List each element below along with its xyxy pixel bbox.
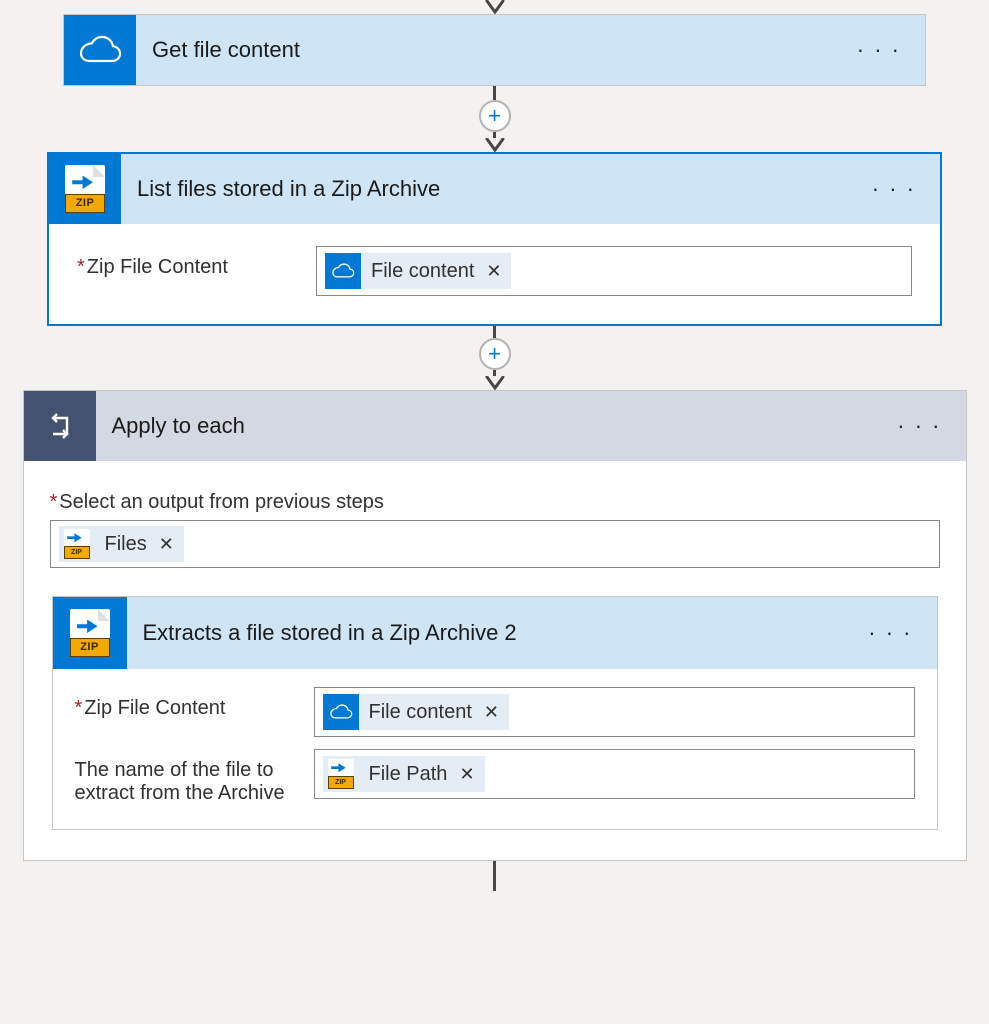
loop-icon (24, 391, 96, 461)
zip-archive-icon: ZIP (49, 154, 121, 224)
onedrive-cloud-icon (64, 15, 136, 85)
step-title: Extracts a file stored in a Zip Archive … (127, 620, 863, 646)
connector (493, 861, 496, 891)
param-label-select-output: *Select an output from previous steps (50, 491, 940, 514)
step-list-zip-files[interactable]: ZIP List files stored in a Zip Archive ·… (47, 152, 942, 326)
param-label-file-name: The name of the file to extract from the… (75, 749, 300, 805)
zip-archive-icon: ZIP (53, 597, 127, 669)
step-extract-zip-file[interactable]: ZIP Extracts a file stored in a Zip Arch… (52, 596, 938, 830)
token-remove-button[interactable]: ✕ (484, 702, 499, 723)
add-step-button[interactable]: + (479, 338, 511, 370)
token-files[interactable]: ZIP Files ✕ (59, 526, 184, 562)
token-remove-button[interactable]: ✕ (459, 764, 474, 785)
zip-mini-icon: ZIP (59, 526, 95, 562)
param-input-zip-content[interactable]: File content ✕ (314, 687, 915, 737)
param-input-zip-content[interactable]: File content ✕ (316, 246, 912, 296)
token-remove-button[interactable]: ✕ (159, 534, 174, 555)
token-remove-button[interactable]: ✕ (486, 261, 501, 282)
onedrive-mini-icon (323, 694, 359, 730)
step-get-file-content[interactable]: Get file content · · · (63, 14, 926, 86)
step-apply-to-each[interactable]: Apply to each · · · *Select an output fr… (23, 390, 967, 861)
step-menu-button[interactable]: · · · (851, 31, 907, 69)
token-file-content[interactable]: File content ✕ (323, 694, 509, 730)
token-file-content[interactable]: File content ✕ (325, 253, 511, 289)
step-menu-button[interactable]: · · · (891, 407, 947, 445)
token-file-path[interactable]: ZIP File Path ✕ (323, 756, 485, 792)
token-label: File content (371, 260, 474, 283)
step-title: List files stored in a Zip Archive (121, 176, 866, 202)
connector: + (479, 86, 511, 152)
add-step-button[interactable]: + (479, 100, 511, 132)
step-menu-button[interactable]: · · · (862, 614, 918, 652)
param-input-file-name[interactable]: ZIP File Path ✕ (314, 749, 915, 799)
zip-mini-icon: ZIP (323, 756, 359, 792)
step-title: Apply to each (96, 413, 892, 439)
token-label: File Path (369, 763, 448, 786)
param-label-zip-content: Zip File Content (77, 246, 302, 279)
param-input-select-output[interactable]: ZIP Files ✕ (50, 520, 940, 568)
step-menu-button[interactable]: · · · (866, 170, 922, 208)
connector-arrow (484, 0, 506, 14)
token-label: Files (105, 533, 147, 556)
onedrive-mini-icon (325, 253, 361, 289)
step-title: Get file content (136, 37, 851, 63)
connector: + (479, 326, 511, 390)
param-label-zip-content: Zip File Content (75, 687, 300, 720)
token-label: File content (369, 701, 472, 724)
